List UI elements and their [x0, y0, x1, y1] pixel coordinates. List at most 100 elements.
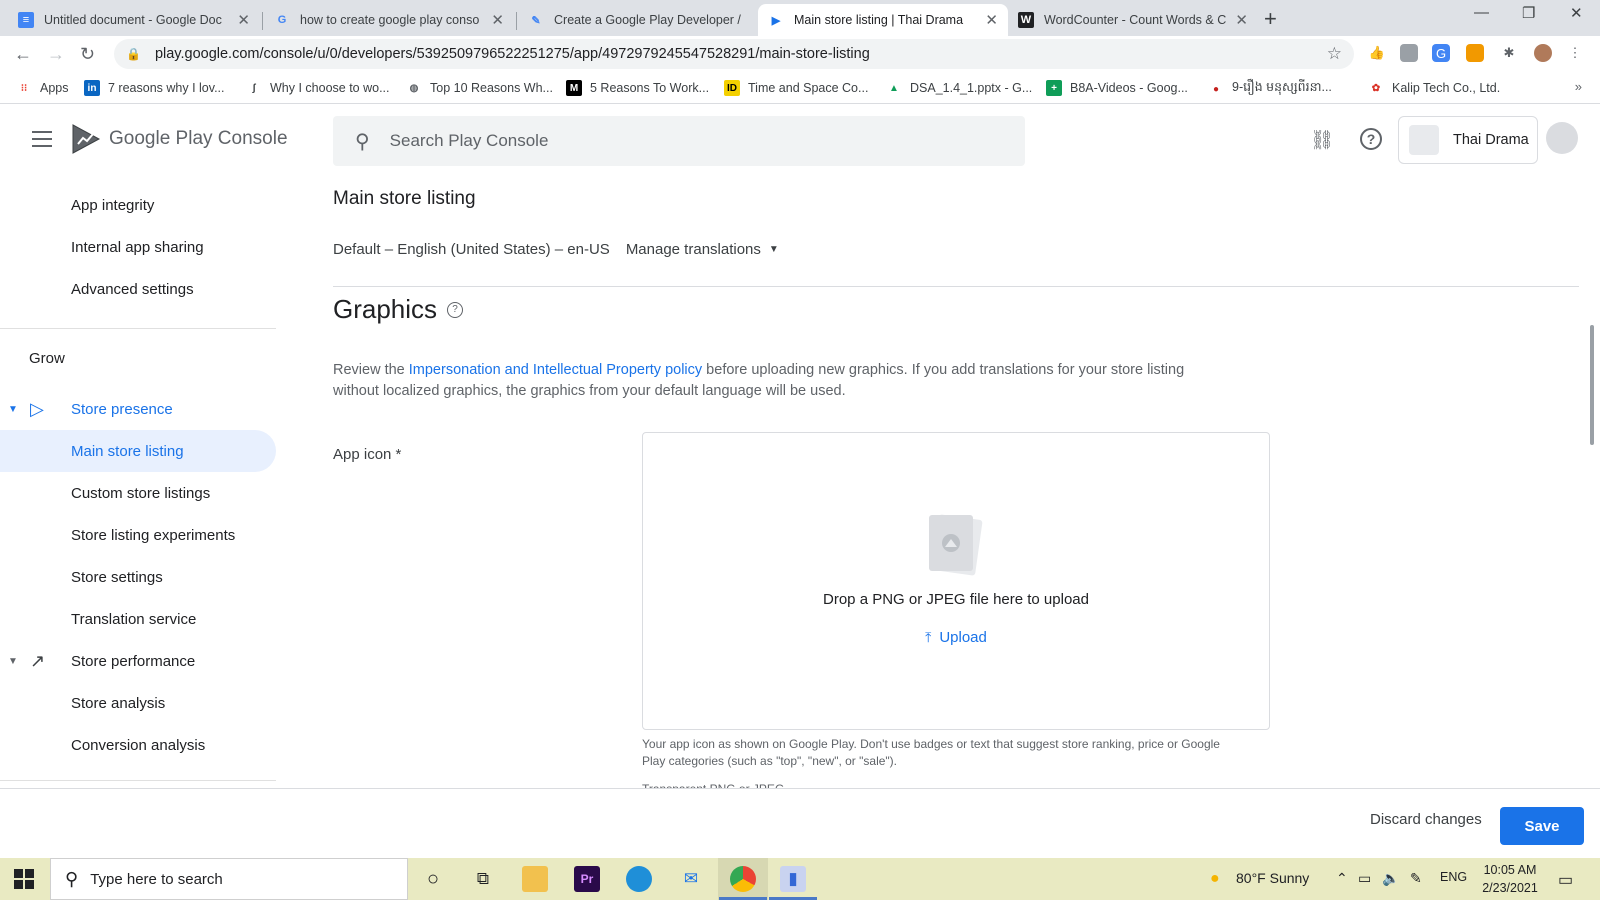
manage-translations-button[interactable]: Manage translations ▼: [626, 241, 779, 258]
bookmark[interactable]: ▲ DSA_1.4_1.pptx - G...: [886, 80, 1032, 96]
hamburger-menu-icon[interactable]: [32, 131, 52, 147]
save-button[interactable]: Save: [1500, 807, 1584, 845]
sidebar-item-internal-app-sharing[interactable]: Internal app sharing: [0, 226, 276, 268]
app-icon-label: App icon *: [333, 446, 402, 463]
weather-text[interactable]: 80°F Sunny: [1236, 870, 1309, 886]
browser-tab[interactable]: W WordCounter - Count Words & C ✕: [1008, 4, 1258, 36]
sidebar-nav: App integrity Internal app sharing Advan…: [0, 178, 276, 792]
help-icon[interactable]: ?: [1360, 128, 1382, 150]
bookmark[interactable]: in 7 reasons why I lov...: [84, 80, 225, 96]
back-icon[interactable]: ←: [14, 44, 32, 65]
translate-icon[interactable]: G: [1432, 44, 1450, 62]
bookmark[interactable]: ✿ Kalip Tech Co., Ltd.: [1368, 80, 1500, 96]
sidebar-item-main-store-listing[interactable]: Main store listing: [0, 430, 276, 472]
page-scrollbar[interactable]: [1590, 325, 1594, 445]
play-outline-icon: ▷: [30, 398, 44, 419]
taskbar-search-input[interactable]: ⚲ Type here to search: [50, 858, 408, 900]
account-avatar[interactable]: [1546, 122, 1578, 154]
language-indicator[interactable]: ENG: [1440, 870, 1467, 884]
premiere-pro-icon[interactable]: Pr: [574, 866, 600, 892]
mail-icon[interactable]: ✉: [678, 866, 704, 892]
extension-icon[interactable]: [1466, 44, 1484, 62]
google-icon: G: [277, 14, 287, 26]
browser-tab[interactable]: ✎ Create a Google Play Developer /: [518, 4, 766, 36]
close-window-icon[interactable]: ✕: [1570, 4, 1583, 22]
app-icon-dropzone[interactable]: Drop a PNG or JPEG file here to upload ⤒…: [642, 432, 1270, 730]
volume-icon[interactable]: 🔈: [1382, 870, 1399, 887]
help-icon[interactable]: ?: [447, 301, 464, 318]
weather-icon: ●: [1210, 870, 1220, 887]
browser-tab[interactable]: G how to create google play conso ✕: [264, 4, 514, 36]
notifications-icon[interactable]: ▭: [1558, 870, 1573, 890]
thumbs-up-extension-icon[interactable]: 👍: [1368, 44, 1386, 62]
sidebar-item-store-presence[interactable]: ▼ ▷ Store presence: [0, 388, 276, 430]
sidebar-item-advanced-settings[interactable]: Advanced settings: [0, 268, 276, 310]
puzzle-icon[interactable]: ✱: [1500, 44, 1518, 62]
battery-icon[interactable]: ▭: [1358, 870, 1371, 887]
link-icon[interactable]: ⛓: [1310, 128, 1334, 152]
bookmark[interactable]: ʃ Why I choose to wo...: [246, 80, 389, 96]
edge-icon[interactable]: [626, 866, 652, 892]
bookmark[interactable]: ◍ Top 10 Reasons Wh...: [406, 80, 553, 96]
browser-tab-active[interactable]: ▶ Main store listing | Thai Drama ✕: [758, 4, 1008, 36]
console-search-input[interactable]: ⚲ Search Play Console: [333, 116, 1025, 166]
close-tab-icon[interactable]: ✕: [491, 11, 504, 29]
task-view-icon[interactable]: ⧉: [470, 866, 496, 892]
sidebar-item-conversion-analysis[interactable]: Conversion analysis: [0, 724, 276, 766]
more-bookmarks-icon[interactable]: »: [1575, 79, 1582, 94]
close-tab-icon[interactable]: ✕: [237, 11, 250, 29]
discard-changes-button[interactable]: Discard changes: [1370, 811, 1482, 828]
browser-tab-strip: ≡ Untitled document - Google Doc ✕ G how…: [0, 0, 1600, 36]
close-tab-icon[interactable]: ✕: [985, 11, 998, 29]
chrome-icon[interactable]: [730, 866, 756, 892]
extension-icon[interactable]: [1400, 44, 1418, 62]
url-text: play.google.com/console/u/0/developers/5…: [154, 46, 870, 62]
sidebar-item-translation-service[interactable]: Translation service: [0, 598, 276, 640]
sidebar-item-store-performance[interactable]: ▼ ↗ Store performance: [0, 640, 276, 682]
app-selector[interactable]: Thai Drama: [1398, 116, 1538, 164]
browser-tab[interactable]: ≡ Untitled document - Google Doc ✕: [8, 4, 260, 36]
bookmark[interactable]: ID Time and Space Co...: [724, 80, 868, 96]
windows-start-icon[interactable]: [14, 869, 34, 889]
policy-link[interactable]: Impersonation and Intellectual Property …: [409, 362, 702, 378]
lock-icon: 🔒: [126, 47, 141, 61]
bookmark[interactable]: M 5 Reasons To Work...: [566, 80, 709, 96]
file-explorer-icon[interactable]: [522, 866, 548, 892]
sidebar-group-grow: Grow: [29, 350, 65, 367]
bookmark-star-icon[interactable]: ☆: [1327, 44, 1342, 64]
caret-down-icon: ▼: [8, 403, 18, 415]
restore-icon[interactable]: ❐: [1522, 4, 1535, 22]
apps-grid-icon: ⁝⁝: [20, 82, 28, 94]
play-console-icon: ▶: [771, 14, 781, 27]
sidebar-item-store-analysis[interactable]: Store analysis: [0, 682, 276, 724]
google-play-console-logo: [72, 124, 101, 154]
bookmark[interactable]: + B8A-Videos - Goog...: [1046, 80, 1188, 96]
pen-icon[interactable]: ✎: [1410, 870, 1422, 887]
save-bar: Discard changes Save: [0, 788, 1600, 858]
address-bar[interactable]: 🔒 play.google.com/console/u/0/developers…: [114, 39, 1354, 69]
app-icon[interactable]: ▮: [780, 866, 806, 892]
default-language: Default – English (United States) – en-U…: [333, 241, 610, 258]
bookmark[interactable]: ⁝⁝ Apps: [16, 80, 69, 96]
new-tab-icon[interactable]: +: [1264, 6, 1277, 32]
sidebar-item-store-settings[interactable]: Store settings: [0, 556, 276, 598]
clock[interactable]: 10:05 AM 2/23/2021: [1470, 861, 1550, 897]
bookmark[interactable]: ● 9-រឿង មនុស្សពីរនា...: [1208, 80, 1332, 98]
sheets-icon: +: [1046, 80, 1062, 96]
id-icon: ID: [724, 80, 740, 96]
profile-avatar[interactable]: [1534, 44, 1552, 62]
close-tab-icon[interactable]: ✕: [1235, 11, 1248, 29]
menu-dots-icon[interactable]: ⋮: [1566, 44, 1584, 62]
trending-up-icon: ↗: [30, 650, 46, 671]
chevron-up-icon[interactable]: ⌃: [1336, 870, 1348, 887]
sidebar-item-custom-store-listings[interactable]: Custom store listings: [0, 472, 276, 514]
sidebar-item-store-listing-experiments[interactable]: Store listing experiments: [0, 514, 276, 556]
graphics-description: Review the Impersonation and Intellectua…: [333, 362, 1185, 399]
minimize-icon[interactable]: —: [1474, 4, 1489, 21]
sidebar-item-app-integrity[interactable]: App integrity: [0, 184, 276, 226]
reload-icon[interactable]: ↻: [80, 44, 95, 65]
forward-icon[interactable]: →: [47, 44, 65, 65]
upload-button[interactable]: ⤒ Upload: [643, 629, 1269, 646]
cortana-icon[interactable]: ○: [420, 866, 446, 892]
upload-icon: ⤒: [925, 629, 932, 645]
